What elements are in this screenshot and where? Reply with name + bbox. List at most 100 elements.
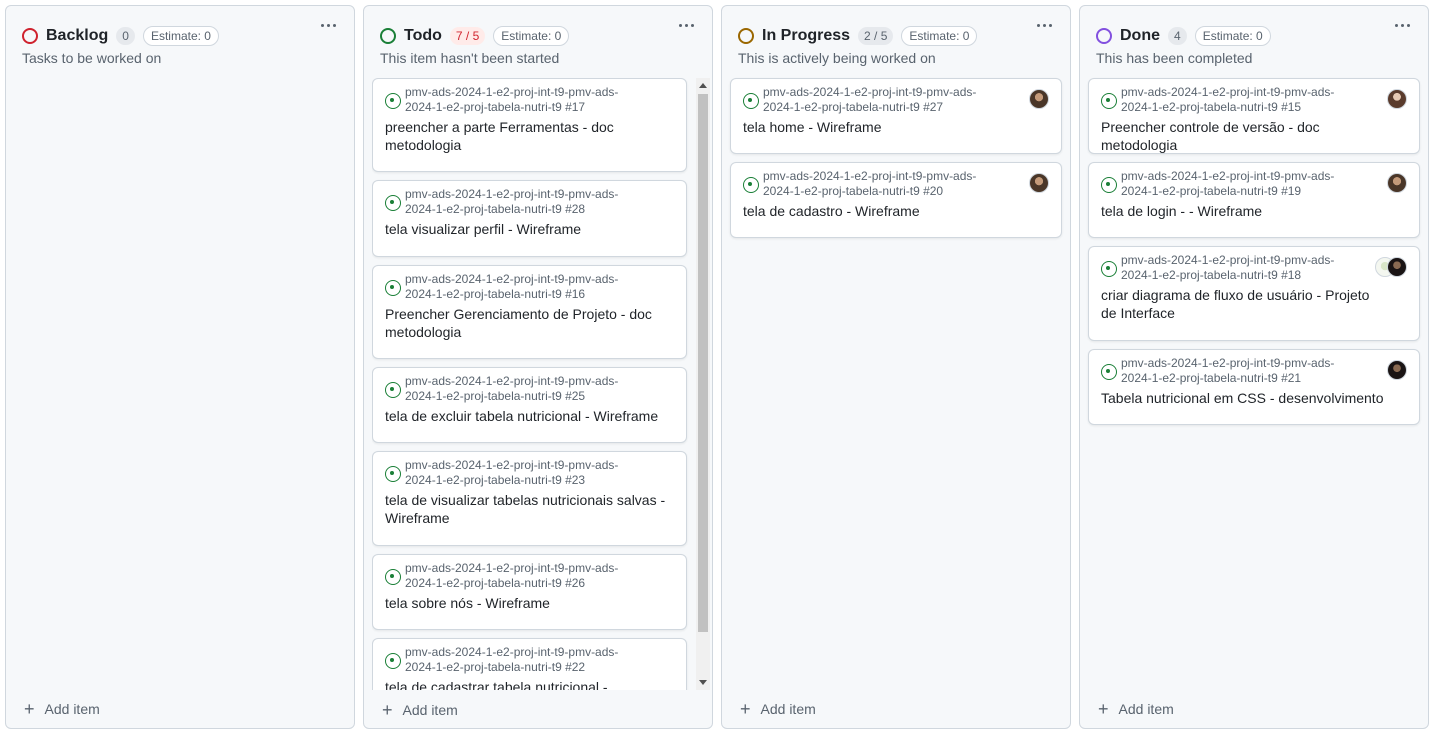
scroll-down-arrow-icon[interactable] bbox=[699, 680, 707, 685]
item-count-badge: 7 / 5 bbox=[449, 27, 486, 45]
add-item-button[interactable]: + Add item bbox=[740, 699, 816, 719]
card-title[interactable]: tela sobre nós - Wireframe bbox=[385, 594, 670, 612]
card-repo-link[interactable]: pmv-ads-2024-1-e2-proj-int-t9-pmv-ads-20… bbox=[405, 272, 637, 302]
card-title[interactable]: criar diagrama de fluxo de usuário - Pro… bbox=[1101, 286, 1386, 322]
kebab-horizontal-icon bbox=[1394, 23, 1398, 27]
estimate-badge: Estimate: 0 bbox=[1194, 26, 1271, 46]
add-item-button[interactable]: + Add item bbox=[382, 700, 458, 720]
card-repo-link[interactable]: pmv-ads-2024-1-e2-proj-int-t9-pmv-ads-20… bbox=[405, 561, 637, 591]
column-done: Done 4 Estimate: 0 This has been complet… bbox=[1079, 5, 1429, 729]
item-count-badge: 2 / 5 bbox=[858, 27, 894, 45]
card-title[interactable]: tela de visualizar tabelas nutricionais … bbox=[385, 491, 670, 527]
card-repo-link[interactable]: pmv-ads-2024-1-e2-proj-int-t9-pmv-ads-20… bbox=[1121, 169, 1353, 199]
add-item-label: Add item bbox=[1118, 701, 1174, 717]
add-item-label: Add item bbox=[44, 701, 100, 717]
card-list: pmv-ads-2024-1-e2-proj-int-t9-pmv-ads-20… bbox=[730, 78, 1062, 246]
scroll-up-arrow-icon[interactable] bbox=[699, 83, 707, 88]
issue-card[interactable]: pmv-ads-2024-1-e2-proj-int-t9-pmv-ads-20… bbox=[372, 367, 687, 443]
card-title[interactable]: Tabela nutricional em CSS - desenvolvime… bbox=[1101, 389, 1386, 407]
column-description: This has been completed bbox=[1096, 50, 1253, 66]
column-in-progress: In Progress 2 / 5 Estimate: 0 This is ac… bbox=[721, 5, 1071, 729]
assignee-avatar[interactable] bbox=[1387, 257, 1407, 277]
kebab-horizontal-icon bbox=[1036, 23, 1040, 27]
issue-opened-icon bbox=[1101, 364, 1117, 380]
card-repo-link[interactable]: pmv-ads-2024-1-e2-proj-int-t9-pmv-ads-20… bbox=[405, 645, 637, 675]
issue-card[interactable]: pmv-ads-2024-1-e2-proj-int-t9-pmv-ads-20… bbox=[730, 162, 1062, 238]
issue-card[interactable]: pmv-ads-2024-1-e2-proj-int-t9-pmv-ads-20… bbox=[1088, 246, 1420, 341]
item-count-badge: 0 bbox=[116, 27, 135, 45]
column-header: In Progress 2 / 5 Estimate: 0 bbox=[738, 24, 1054, 48]
column-todo: Todo 7 / 5 Estimate: 0 This item hasn't … bbox=[363, 5, 713, 729]
add-item-button[interactable]: + Add item bbox=[1098, 700, 1174, 718]
issue-card[interactable]: pmv-ads-2024-1-e2-proj-int-t9-pmv-ads-20… bbox=[372, 180, 687, 257]
card-title[interactable]: tela de cadastro - Wireframe bbox=[743, 202, 1028, 220]
card-list[interactable]: pmv-ads-2024-1-e2-proj-int-t9-pmv-ads-20… bbox=[372, 78, 696, 690]
issue-opened-icon bbox=[385, 466, 401, 482]
estimate-badge: Estimate: 0 bbox=[901, 26, 978, 46]
card-title[interactable]: tela home - Wireframe bbox=[743, 118, 1028, 136]
assignee-avatar[interactable] bbox=[1029, 173, 1049, 193]
issue-card[interactable]: pmv-ads-2024-1-e2-proj-int-t9-pmv-ads-20… bbox=[372, 265, 687, 359]
assignee-avatar[interactable] bbox=[1029, 89, 1049, 109]
issue-card[interactable]: pmv-ads-2024-1-e2-proj-int-t9-pmv-ads-20… bbox=[1088, 162, 1420, 238]
issue-opened-icon bbox=[743, 177, 759, 193]
card-list: pmv-ads-2024-1-e2-proj-int-t9-pmv-ads-20… bbox=[1088, 78, 1420, 433]
issue-card[interactable]: pmv-ads-2024-1-e2-proj-int-t9-pmv-ads-20… bbox=[372, 451, 687, 546]
scrollbar-thumb[interactable] bbox=[698, 94, 708, 632]
backlog-status-icon bbox=[22, 28, 38, 44]
column-title: In Progress bbox=[762, 27, 851, 44]
issue-opened-icon bbox=[385, 195, 401, 211]
issue-card[interactable]: pmv-ads-2024-1-e2-proj-int-t9-pmv-ads-20… bbox=[1088, 78, 1420, 154]
card-title[interactable]: tela de excluir tabela nutricional - Wir… bbox=[385, 407, 670, 425]
card-repo-link[interactable]: pmv-ads-2024-1-e2-proj-int-t9-pmv-ads-20… bbox=[1121, 356, 1353, 386]
column-menu-button[interactable] bbox=[314, 14, 342, 36]
card-repo-link[interactable]: pmv-ads-2024-1-e2-proj-int-t9-pmv-ads-20… bbox=[763, 169, 995, 199]
column-menu-button[interactable] bbox=[1030, 14, 1058, 36]
column-menu-button[interactable] bbox=[1388, 14, 1416, 36]
card-repo-link[interactable]: pmv-ads-2024-1-e2-proj-int-t9-pmv-ads-20… bbox=[763, 85, 995, 115]
column-description: This item hasn't been started bbox=[380, 50, 560, 66]
card-repo-link[interactable]: pmv-ads-2024-1-e2-proj-int-t9-pmv-ads-20… bbox=[405, 85, 637, 115]
issue-opened-icon bbox=[1101, 93, 1117, 109]
column-title: Done bbox=[1120, 27, 1160, 44]
issue-card[interactable]: pmv-ads-2024-1-e2-proj-int-t9-pmv-ads-20… bbox=[1088, 349, 1420, 425]
estimate-badge: Estimate: 0 bbox=[493, 26, 570, 46]
issue-opened-icon bbox=[385, 382, 401, 398]
card-title[interactable]: Preencher Gerenciamento de Projeto - doc… bbox=[385, 305, 670, 341]
card-list-scrollbar[interactable] bbox=[696, 78, 710, 690]
issue-card[interactable]: pmv-ads-2024-1-e2-proj-int-t9-pmv-ads-20… bbox=[372, 638, 687, 690]
card-title[interactable]: tela de login - - Wireframe bbox=[1101, 202, 1386, 220]
card-title[interactable]: tela de cadastrar tabela nutricional - bbox=[385, 678, 670, 690]
card-repo-link[interactable]: pmv-ads-2024-1-e2-proj-int-t9-pmv-ads-20… bbox=[405, 374, 637, 404]
column-header: Todo 7 / 5 Estimate: 0 bbox=[380, 24, 696, 48]
card-repo-link[interactable]: pmv-ads-2024-1-e2-proj-int-t9-pmv-ads-20… bbox=[405, 458, 637, 488]
in-progress-status-icon bbox=[738, 28, 754, 44]
column-title: Backlog bbox=[46, 27, 109, 44]
column-description: This is actively being worked on bbox=[738, 50, 936, 66]
issue-opened-icon bbox=[1101, 177, 1117, 193]
issue-card[interactable]: pmv-ads-2024-1-e2-proj-int-t9-pmv-ads-20… bbox=[372, 78, 687, 172]
item-count-badge: 4 bbox=[1168, 27, 1187, 45]
card-repo-link[interactable]: pmv-ads-2024-1-e2-proj-int-t9-pmv-ads-20… bbox=[405, 187, 637, 217]
issue-card[interactable]: pmv-ads-2024-1-e2-proj-int-t9-pmv-ads-20… bbox=[372, 554, 687, 630]
kebab-horizontal-icon bbox=[320, 23, 324, 27]
card-repo-link[interactable]: pmv-ads-2024-1-e2-proj-int-t9-pmv-ads-20… bbox=[1121, 85, 1353, 115]
card-title[interactable]: tela visualizar perfil - Wireframe bbox=[385, 220, 670, 238]
card-title[interactable]: preencher a parte Ferramentas - doc meto… bbox=[385, 118, 670, 154]
plus-icon: + bbox=[382, 700, 393, 720]
issue-card[interactable]: pmv-ads-2024-1-e2-proj-int-t9-pmv-ads-20… bbox=[730, 78, 1062, 154]
issue-opened-icon bbox=[1101, 261, 1117, 277]
assignee-avatar[interactable] bbox=[1387, 89, 1407, 109]
column-header: Backlog 0 Estimate: 0 bbox=[22, 24, 338, 48]
add-item-button[interactable]: + Add item bbox=[24, 699, 100, 719]
card-title[interactable]: Preencher controle de versão - doc metod… bbox=[1101, 118, 1386, 154]
plus-icon: + bbox=[740, 699, 751, 719]
issue-opened-icon bbox=[385, 93, 401, 109]
column-description: Tasks to be worked on bbox=[22, 50, 162, 66]
plus-icon: + bbox=[24, 699, 35, 719]
assignee-avatar[interactable] bbox=[1387, 173, 1407, 193]
issue-opened-icon bbox=[385, 569, 401, 585]
column-menu-button[interactable] bbox=[672, 14, 700, 36]
assignee-avatar[interactable] bbox=[1387, 360, 1407, 380]
card-repo-link[interactable]: pmv-ads-2024-1-e2-proj-int-t9-pmv-ads-20… bbox=[1121, 253, 1353, 283]
